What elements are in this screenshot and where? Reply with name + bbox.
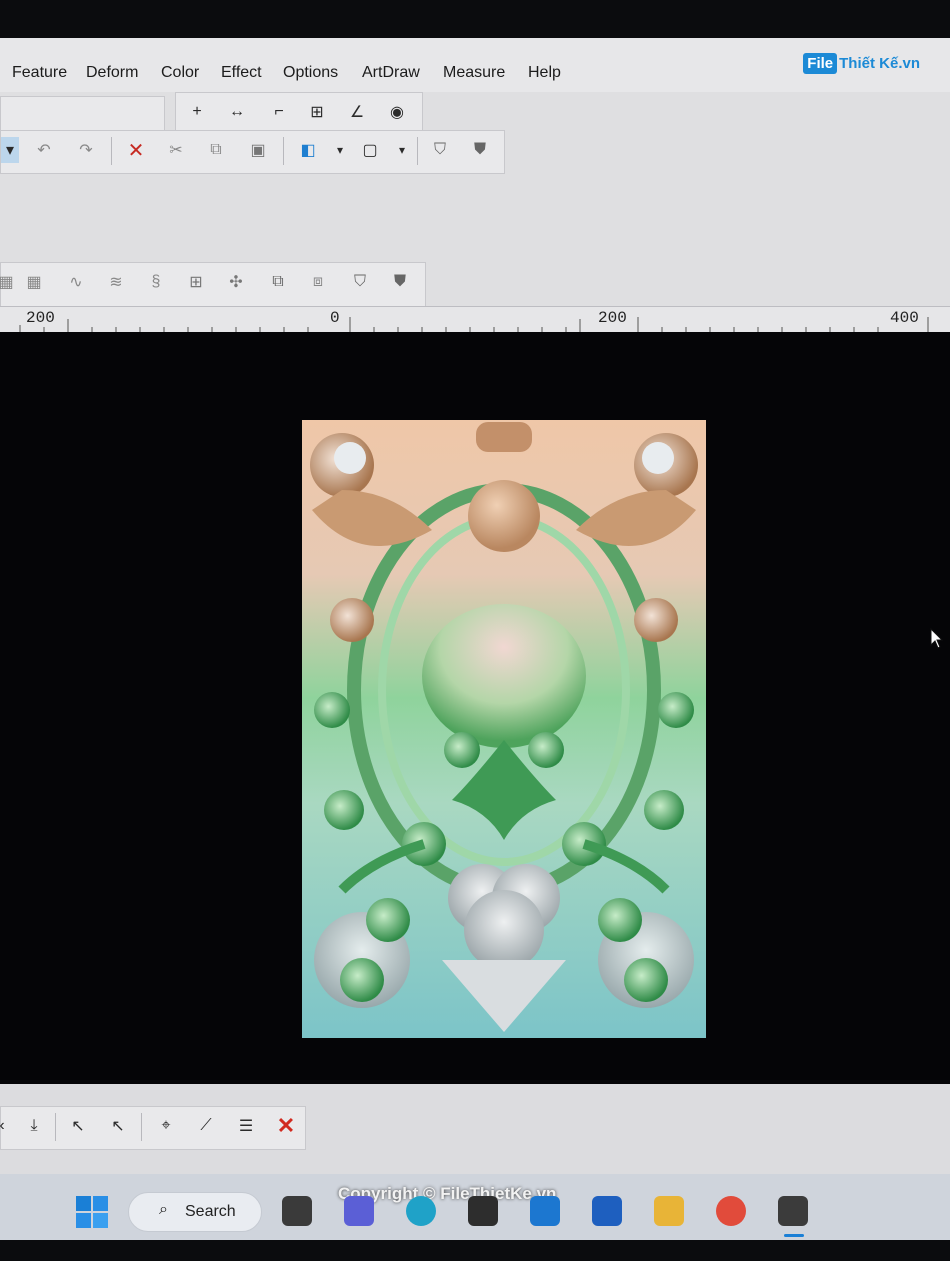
- plus-icon[interactable]: +: [184, 99, 210, 125]
- artcam-window: Feature Deform Color Effect Options ArtD…: [0, 0, 950, 1261]
- search-icon: ⌕: [159, 1201, 168, 1218]
- menu-help[interactable]: Help: [528, 64, 561, 82]
- transform-icon[interactable]: ✣: [223, 269, 249, 295]
- chevron-down-icon[interactable]: ▾: [389, 137, 415, 163]
- teams-chat-icon[interactable]: [344, 1196, 374, 1226]
- mouse-cursor-icon: [930, 628, 944, 649]
- watermark-file: File: [803, 52, 838, 74]
- measure-box-icon[interactable]: ⊞: [304, 99, 330, 125]
- undo-icon[interactable]: ↶: [31, 137, 57, 163]
- menu-feature[interactable]: Feature: [12, 64, 67, 82]
- measure-distance-icon[interactable]: ↔: [224, 99, 250, 125]
- horizontal-ruler: 200 0 200 400: [0, 306, 950, 333]
- ruler-label: 200: [598, 309, 627, 327]
- arrow-icon[interactable]: ‹: [0, 1113, 15, 1139]
- store-icon[interactable]: [592, 1196, 622, 1226]
- separator: [111, 137, 112, 165]
- menu-deform[interactable]: Deform: [86, 64, 138, 82]
- relief-tool-icon[interactable]: ▦: [0, 269, 19, 295]
- menu-artdraw[interactable]: ArtDraw: [362, 64, 420, 82]
- redo-icon[interactable]: ↷: [73, 137, 99, 163]
- spiral-icon[interactable]: §: [143, 269, 169, 295]
- grid-icon[interactable]: ▦: [21, 269, 47, 295]
- ruler-label: 200: [26, 309, 55, 327]
- task-view-icon[interactable]: [282, 1196, 312, 1226]
- copy-icon[interactable]: ⧉: [203, 137, 229, 163]
- eye-icon[interactable]: ◉: [384, 99, 410, 125]
- shield-filled-icon[interactable]: ⛊: [387, 269, 413, 295]
- shield-shape-icon[interactable]: ⛉: [427, 137, 453, 163]
- measure-corner-icon[interactable]: ⌐: [266, 99, 292, 125]
- taskbar-search-box[interactable]: ⌕ Search: [128, 1192, 262, 1232]
- chevron-down-icon[interactable]: ▾: [327, 137, 353, 163]
- list-icon[interactable]: ☰: [233, 1113, 259, 1139]
- menu-options[interactable]: Options: [283, 64, 338, 82]
- windows-taskbar: ⌕ Search Copyright © FileThietKe.vn: [0, 1174, 950, 1240]
- path-icon[interactable]: ⟋: [193, 1113, 219, 1139]
- relief-toolbar: ▦ ▦ ∿ ≋ § ⊞ ✣ ⧉ ⧈ ⛉ ⛊: [0, 262, 426, 308]
- carved-relief-panel[interactable]: [302, 420, 706, 1038]
- menu-effect[interactable]: Effect: [221, 64, 262, 82]
- wave-icon[interactable]: ≋: [103, 269, 129, 295]
- close-icon[interactable]: ✕: [273, 1113, 299, 1139]
- watermark-rest: Thiết Kế.vn: [839, 54, 920, 72]
- ruler-ticks: [19, 317, 929, 333]
- box-grid-icon[interactable]: ⊞: [183, 269, 209, 295]
- windows-start-icon[interactable]: [76, 1196, 108, 1228]
- cut-icon[interactable]: ✂: [163, 137, 189, 163]
- ruler-label: 400: [890, 309, 919, 327]
- separator: [417, 137, 418, 165]
- measure-angle-icon[interactable]: ∠: [344, 99, 370, 125]
- edge-browser-icon[interactable]: [406, 1196, 436, 1226]
- shield-shape-icon[interactable]: ⛉: [347, 269, 373, 295]
- watermark-logo: File Thiết Kế.vn: [803, 50, 920, 76]
- vector-edit-toolbar: ‹ ⤓ ↖ ↖ ⌖ ⟋ ☰ ✕: [0, 1106, 306, 1150]
- menu-bar: Feature Deform Color Effect Options ArtD…: [0, 38, 950, 92]
- node-edit-icon[interactable]: ⌖: [153, 1113, 179, 1139]
- vector-toolbar: ‹ ⤓ ↖ ↖ ⌖ ⟋ ☰ ✕: [0, 1084, 950, 1174]
- dropbox-icon[interactable]: [468, 1196, 498, 1226]
- separator: [141, 1113, 142, 1141]
- chrome-icon[interactable]: [716, 1196, 746, 1226]
- measure-toolbar: + ↔ ⌐ ⊞ ∠ ◉: [175, 92, 423, 132]
- shield-filled-icon[interactable]: ⛊: [467, 137, 493, 163]
- cube-icon[interactable]: ▢: [357, 137, 383, 163]
- mail-icon[interactable]: [530, 1196, 560, 1226]
- select-remove-icon[interactable]: ↖: [105, 1113, 131, 1139]
- 3d-view-canvas[interactable]: [0, 332, 950, 1084]
- merge-icon[interactable]: ⧈: [305, 269, 331, 295]
- menu-color[interactable]: Color: [161, 64, 199, 82]
- monitor-bezel-top: [0, 0, 950, 38]
- separator: [55, 1113, 56, 1141]
- active-app-indicator: [784, 1234, 804, 1237]
- curve-icon[interactable]: ∿: [63, 269, 89, 295]
- separator: [283, 137, 284, 165]
- 3d-view-icon[interactable]: ◧: [295, 137, 321, 163]
- ruler-label: 0: [330, 309, 340, 327]
- file-explorer-icon[interactable]: [654, 1196, 684, 1226]
- edit-toolbar: ▾ ↶ ↷ ✕ ✂ ⧉ ▣ ◧ ▾ ▢ ▾ ⛉ ⛊: [0, 130, 505, 174]
- toolbar-area: + ↔ ⌐ ⊞ ∠ ◉ ▾ ↶ ↷ ✕ ✂ ⧉ ▣ ◧ ▾ ▢ ▾ ⛉ ⛊ ▦ …: [0, 92, 950, 332]
- paste-icon[interactable]: ▣: [245, 137, 271, 163]
- dropdown-arrow-icon[interactable]: ▾: [1, 137, 19, 163]
- select-add-icon[interactable]: ↖: [65, 1113, 91, 1139]
- lay-icon[interactable]: ⤓: [21, 1113, 47, 1139]
- artcam-app-icon[interactable]: [778, 1196, 808, 1226]
- menu-measure[interactable]: Measure: [443, 64, 505, 82]
- monitor-bezel-bottom: [0, 1240, 950, 1261]
- delete-icon[interactable]: ✕: [123, 137, 149, 163]
- search-label: Search: [185, 1203, 236, 1220]
- combine-icon[interactable]: ⧉: [265, 269, 291, 295]
